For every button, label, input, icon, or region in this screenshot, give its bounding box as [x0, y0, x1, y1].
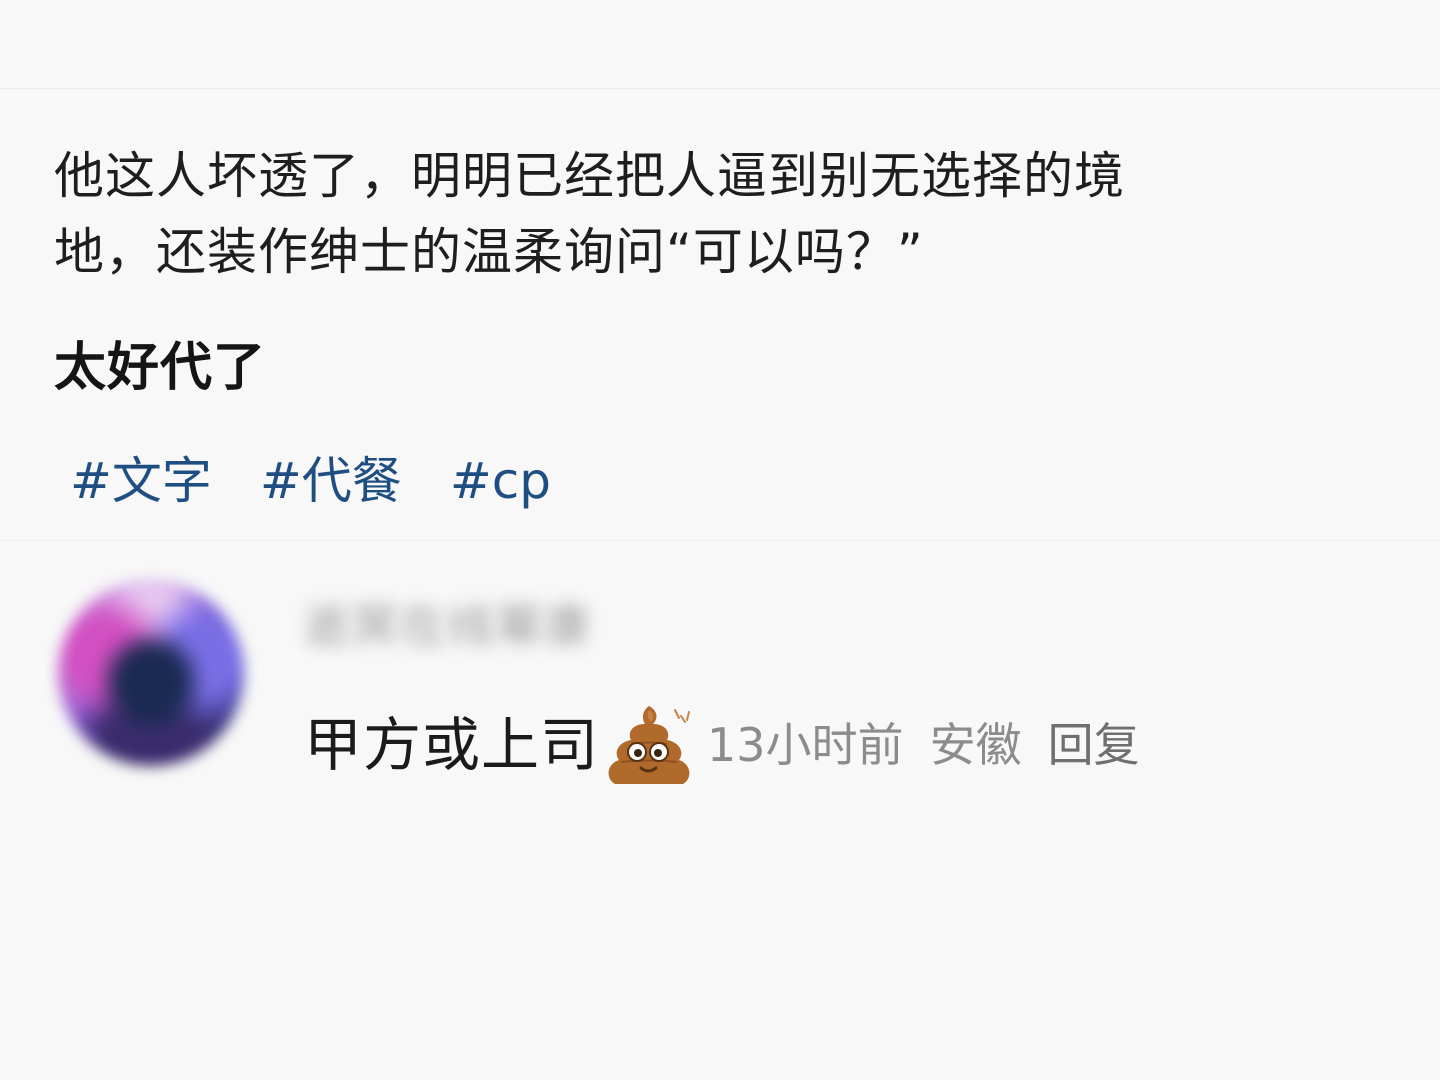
comment-row: 甲方或上司 13小时前 安徽 回复: [304, 700, 1140, 790]
post-emphasis: 太好代了: [54, 338, 267, 398]
comment-location: 安徽: [929, 718, 1022, 772]
post-body: 他这人坏透了，明明已经把人逼到别无选择的境 地，还装作绅士的温柔询问“可以吗？”: [54, 138, 1374, 290]
tag-list: #文字 #代餐 #cp: [70, 446, 551, 516]
comment-time: 13小时前: [707, 718, 904, 772]
post-detail-screen: 他这人坏透了，明明已经把人逼到别无选择的境 地，还装作绅士的温柔询问“可以吗？”…: [0, 0, 1440, 1080]
comment-divider: [0, 540, 1440, 541]
reply-button[interactable]: 回复: [1048, 705, 1140, 785]
top-divider: [0, 88, 1440, 89]
avatar[interactable]: [58, 580, 244, 766]
tag-wenzi[interactable]: #文字: [70, 446, 212, 516]
post-line-2: 地，还装作绅士的温柔询问“可以吗？”: [54, 223, 924, 281]
poo-icon: [601, 700, 697, 790]
comment-text: 甲方或上司: [304, 711, 600, 779]
comment-username[interactable]: 逝冥在线幂康: [304, 594, 592, 658]
tag-cp[interactable]: #cp: [450, 446, 551, 516]
post-line-1: 他这人坏透了，明明已经把人逼到别无选择的境: [54, 147, 1125, 205]
tag-daican[interactable]: #代餐: [260, 446, 402, 516]
